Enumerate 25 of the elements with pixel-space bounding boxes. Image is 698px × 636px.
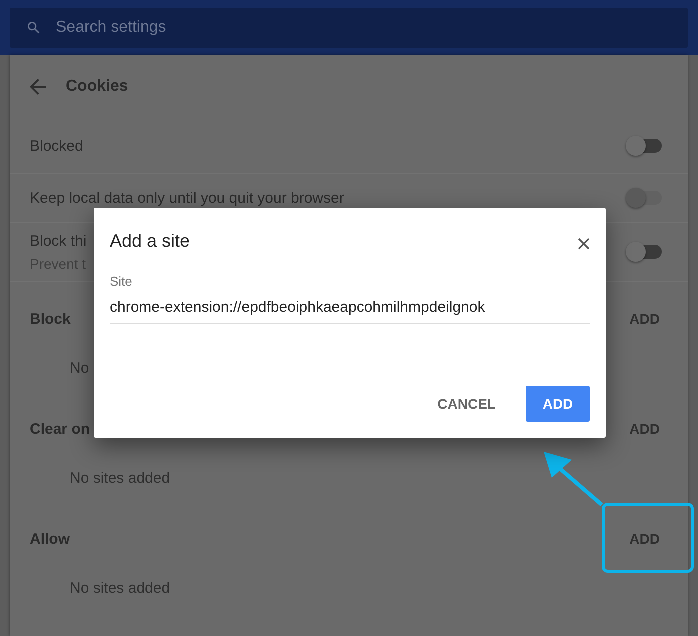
setting-label: Blocked xyxy=(30,138,84,154)
section-title: Allow xyxy=(30,530,70,548)
back-arrow-icon[interactable] xyxy=(30,79,46,95)
close-icon xyxy=(578,238,590,250)
field-label: Site xyxy=(110,274,134,289)
empty-message: No sites added xyxy=(70,580,170,596)
page-title: Cookies xyxy=(66,78,128,96)
toggle-switch[interactable] xyxy=(628,245,662,259)
dialog-title: Add a site xyxy=(110,231,190,252)
cancel-button[interactable]: CANCEL xyxy=(426,386,508,422)
empty-message: No sites added xyxy=(70,470,170,486)
search-field[interactable]: Search settings xyxy=(10,8,688,48)
section-title: Clear on xyxy=(30,420,90,438)
add-button[interactable]: ADD xyxy=(622,303,668,335)
empty-message: No xyxy=(70,360,90,376)
setting-label: Keep local data only until you quit your browser xyxy=(30,190,344,206)
close-button[interactable] xyxy=(576,236,592,252)
add-button[interactable]: ADD xyxy=(526,386,590,422)
toggle-switch[interactable] xyxy=(628,139,662,153)
add-button[interactable]: ADD xyxy=(622,523,668,555)
section-title: Block xyxy=(30,310,71,328)
pointer-arrow xyxy=(544,452,604,507)
add-button[interactable]: ADD xyxy=(622,413,668,445)
search-icon xyxy=(26,20,42,36)
setting-label: Block thi xyxy=(30,232,87,250)
